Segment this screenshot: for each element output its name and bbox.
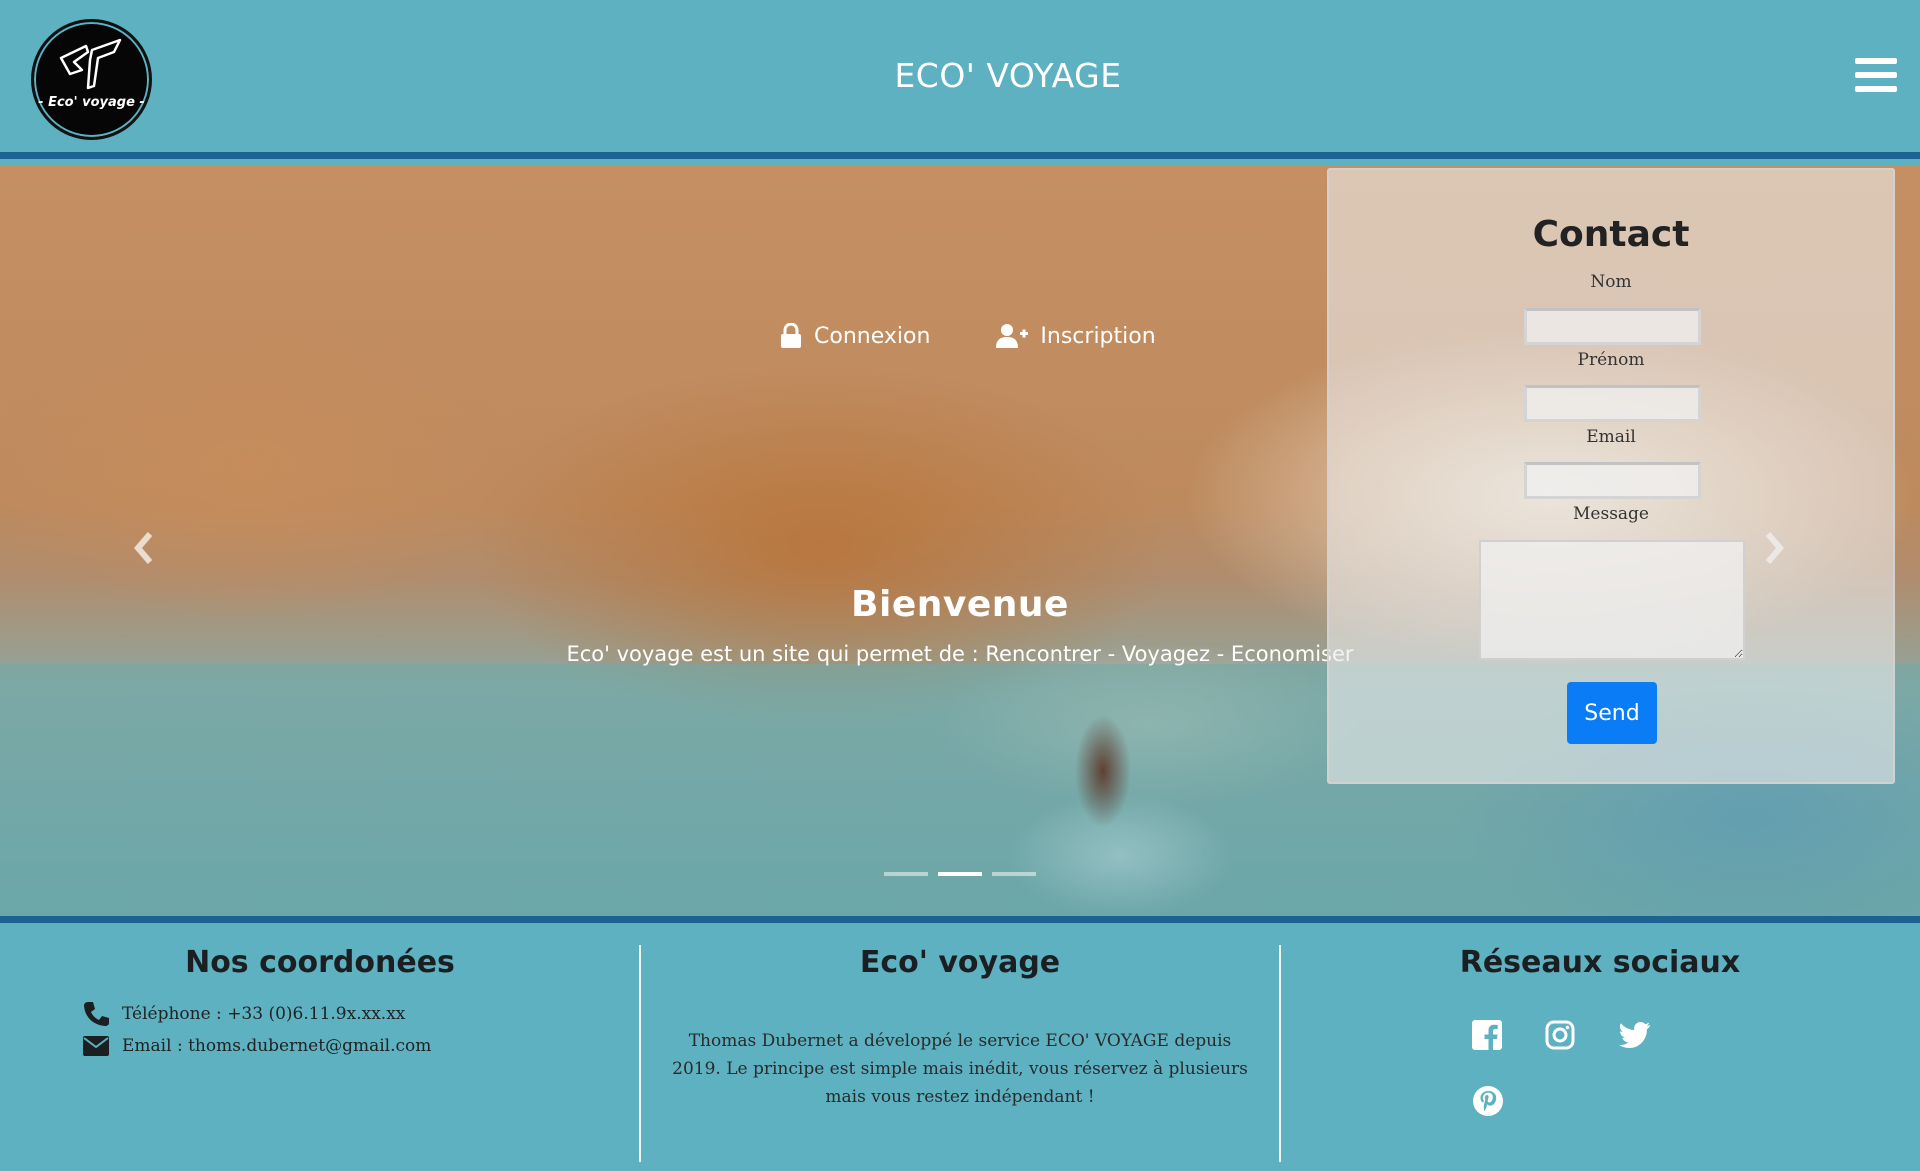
carousel-indicator-3[interactable] xyxy=(992,872,1036,876)
twitter-icon[interactable] xyxy=(1619,1021,1651,1049)
message-textarea[interactable] xyxy=(1479,540,1745,660)
email-input[interactable] xyxy=(1524,462,1701,499)
connexion-label: Connexion xyxy=(814,323,931,349)
hero-photo-figure xyxy=(1068,696,1138,846)
chevron-left-icon xyxy=(134,532,153,564)
message-label: Message xyxy=(1573,504,1649,524)
inscription-link[interactable]: Inscription xyxy=(996,316,1156,356)
site-title: ECO' VOYAGE xyxy=(894,56,1122,95)
inscription-label: Inscription xyxy=(1040,323,1156,349)
site-footer: Nos coordonées Téléphone : +33 (0)6.11.9… xyxy=(0,916,1920,1171)
coordinates-title: Nos coordonées xyxy=(185,945,455,980)
user-plus-icon xyxy=(996,324,1029,348)
site-header: - Eco' voyage - ECO' VOYAGE xyxy=(0,0,1920,159)
prenom-label: Prénom xyxy=(1577,350,1645,370)
envelope-icon xyxy=(83,1036,109,1056)
carousel-indicator-1[interactable] xyxy=(884,872,928,876)
phone-text[interactable]: Téléphone : +33 (0)6.11.9x.xx.xx xyxy=(122,1004,405,1024)
carousel-prev-button[interactable] xyxy=(124,524,164,572)
menu-bar xyxy=(1855,72,1897,78)
menu-bar xyxy=(1855,86,1897,92)
send-button[interactable]: Send xyxy=(1567,682,1657,744)
carousel-indicators xyxy=(884,872,1036,876)
contact-title: Contact xyxy=(1532,214,1690,255)
coordinates-section: Nos coordonées Téléphone : +33 (0)6.11.9… xyxy=(0,923,640,1171)
hamburger-menu-icon[interactable] xyxy=(1855,58,1897,94)
social-section: Réseaux sociaux xyxy=(1280,923,1920,1171)
auth-links: Connexion Inscription xyxy=(780,316,1156,356)
prenom-input[interactable] xyxy=(1524,385,1701,422)
carousel-indicator-2[interactable] xyxy=(938,872,982,876)
phone-icon xyxy=(84,1002,109,1026)
lock-icon xyxy=(781,323,801,348)
about-title: Eco' voyage xyxy=(859,945,1061,980)
facebook-icon[interactable] xyxy=(1472,1020,1502,1050)
connexion-link[interactable]: Connexion xyxy=(780,316,930,356)
email-line: Email : thoms.dubernet@gmail.com xyxy=(82,1035,431,1057)
email-label: Email xyxy=(1586,427,1636,447)
about-text: Thomas Dubernet a développé le service E… xyxy=(672,1031,1248,1107)
about-section: Eco' voyage Thomas Dubernet a développé … xyxy=(640,923,1280,1171)
email-text[interactable]: Email : thoms.dubernet@gmail.com xyxy=(122,1036,431,1056)
pinterest-icon[interactable] xyxy=(1472,1085,1504,1117)
contact-form: Contact Nom Prénom Email Message Send xyxy=(1327,168,1895,784)
instagram-icon[interactable] xyxy=(1545,1020,1575,1050)
menu-bar xyxy=(1855,58,1897,64)
nom-label: Nom xyxy=(1590,272,1632,292)
logo-text: - Eco' voyage - xyxy=(38,95,145,110)
phone-line: Téléphone : +33 (0)6.11.9x.xx.xx xyxy=(82,1001,405,1027)
nom-input[interactable] xyxy=(1524,308,1701,345)
social-title: Réseaux sociaux xyxy=(1459,945,1741,980)
